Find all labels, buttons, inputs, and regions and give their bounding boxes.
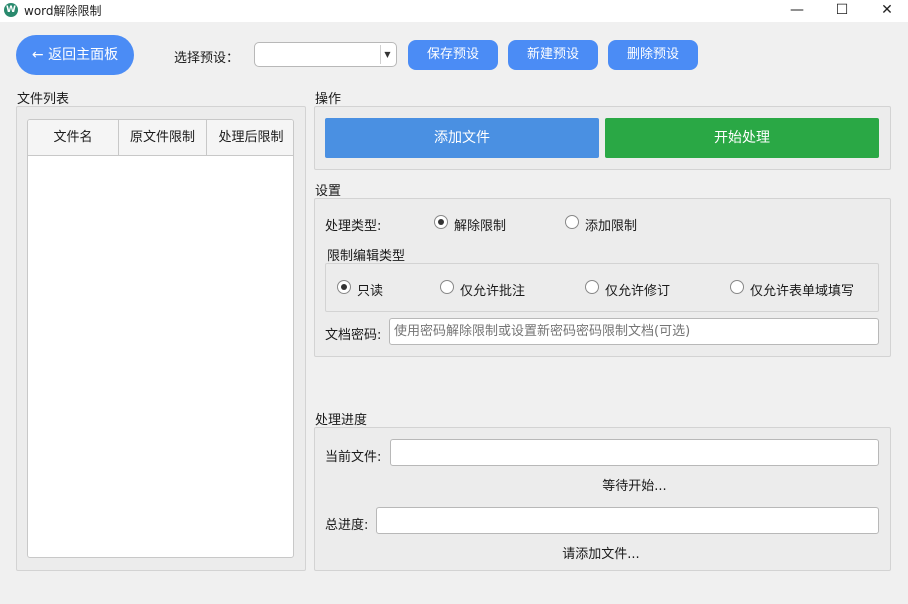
current-status-text: 等待开始... [602, 479, 667, 494]
total-progress-label: 总进度: [325, 518, 369, 533]
total-status-text: 请添加文件... [562, 547, 640, 562]
process-type-label: 处理类型: [325, 219, 382, 234]
radio-read-only-label[interactable]: 只读 [357, 280, 383, 299]
radio-remove-restriction[interactable] [434, 215, 448, 229]
add-files-button[interactable]: 添加文件 [325, 118, 599, 158]
save-preset-button[interactable]: 保存预设 [408, 40, 498, 70]
radio-form-fields-only[interactable] [730, 280, 744, 294]
close-button[interactable]: ✕ [864, 0, 908, 22]
start-processing-button[interactable]: 开始处理 [605, 118, 879, 158]
delete-preset-button[interactable]: 删除预设 [608, 40, 698, 70]
radio-comments-only-label[interactable]: 仅允许批注 [460, 280, 525, 299]
title-bar: W word解除限制 — ☐ ✕ [0, 0, 908, 22]
radio-form-fields-only-label[interactable]: 仅允许表单域填写 [750, 280, 854, 299]
column-header-filename[interactable]: 文件名 [28, 120, 119, 156]
radio-tracked-changes-only-label[interactable]: 仅允许修订 [605, 280, 670, 299]
table-header: 文件名 原文件限制 处理后限制 [28, 120, 293, 156]
maximize-button[interactable]: ☐ [819, 0, 865, 22]
chevron-down-icon[interactable]: ▼ [380, 45, 394, 64]
column-header-original-restriction[interactable]: 原文件限制 [119, 120, 207, 156]
total-progress-bar [376, 507, 879, 534]
progress-title: 处理进度 [315, 413, 368, 428]
radio-add-restriction-label[interactable]: 添加限制 [585, 215, 637, 234]
new-preset-button[interactable]: 新建预设 [508, 40, 598, 70]
radio-comments-only[interactable] [440, 280, 454, 294]
radio-remove-restriction-label[interactable]: 解除限制 [454, 215, 506, 234]
password-label: 文档密码: [325, 328, 382, 343]
operations-title: 操作 [315, 92, 342, 107]
radio-tracked-changes-only[interactable] [585, 280, 599, 294]
file-table[interactable]: 文件名 原文件限制 处理后限制 [27, 119, 294, 558]
file-list-title: 文件列表 [17, 92, 70, 107]
window-title: word解除限制 [24, 4, 102, 18]
settings-title: 设置 [315, 184, 342, 199]
radio-add-restriction[interactable] [565, 215, 579, 229]
app-icon: W [4, 3, 18, 17]
column-header-processed-restriction[interactable]: 处理后限制 [207, 120, 293, 156]
preset-label: 选择预设： [174, 51, 240, 66]
password-input[interactable] [389, 318, 879, 345]
current-file-label: 当前文件: [325, 450, 382, 465]
edit-type-title: 限制编辑类型 [327, 249, 406, 264]
radio-read-only[interactable] [337, 280, 351, 294]
minimize-button[interactable]: — [774, 0, 820, 22]
current-file-progress-bar [390, 439, 879, 466]
back-to-main-button[interactable]: ← 返回主面板 [16, 35, 134, 75]
preset-select[interactable]: ▼ [254, 42, 397, 67]
